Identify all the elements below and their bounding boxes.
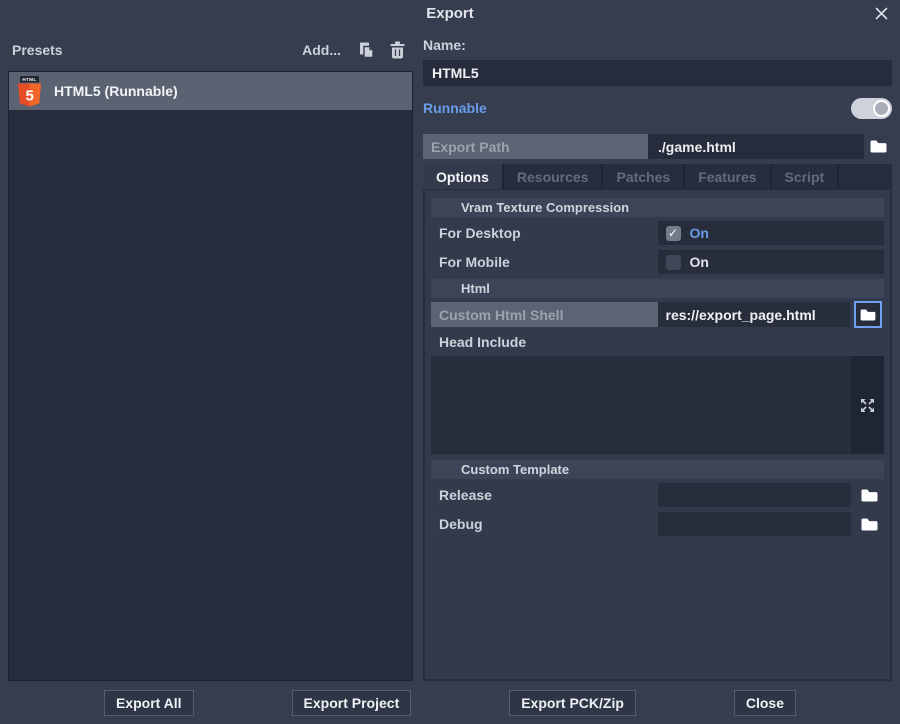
folder-icon — [860, 309, 876, 321]
debug-browse-button[interactable] — [854, 512, 884, 536]
toggle-knob — [873, 100, 890, 117]
svg-text:HTML: HTML — [22, 77, 36, 82]
preset-item-html5[interactable]: HTML 5 HTML5 (Runnable) — [9, 72, 412, 110]
property-row-custom-html-shell: Custom Html Shell — [431, 302, 884, 327]
for-mobile-value: On — [658, 250, 885, 274]
for-desktop-on-label: On — [690, 225, 709, 241]
folder-icon — [861, 518, 878, 531]
property-row-debug: Debug — [431, 512, 884, 536]
export-path-row: Export Path — [423, 134, 892, 159]
release-browse-button[interactable] — [854, 483, 884, 507]
custom-html-shell-label: Custom Html Shell — [431, 302, 658, 327]
runnable-toggle[interactable] — [851, 98, 892, 119]
close-button[interactable]: Close — [734, 690, 796, 716]
tab-resources[interactable]: Resources — [504, 164, 604, 189]
close-icon[interactable] — [871, 3, 891, 23]
release-label: Release — [431, 483, 658, 507]
preset-item-label: HTML5 (Runnable) — [54, 83, 178, 99]
export-project-button[interactable]: Export Project — [292, 690, 412, 716]
titlebar: Export — [0, 0, 900, 26]
dialog-content: Presets Add... — [0, 26, 900, 681]
tab-bar: Options Resources Patches Features Scrip… — [423, 164, 892, 189]
folder-icon — [870, 140, 887, 153]
export-pck-zip-button[interactable]: Export PCK/Zip — [509, 690, 636, 716]
runnable-row: Runnable — [423, 95, 892, 121]
delete-preset-button[interactable] — [387, 40, 407, 60]
presets-header: Presets Add... — [8, 26, 413, 63]
presets-panel: Presets Add... — [8, 26, 413, 681]
presets-label: Presets — [12, 42, 302, 58]
section-html[interactable]: Html — [431, 279, 884, 298]
name-label: Name: — [423, 37, 892, 53]
expand-icon — [860, 398, 875, 413]
property-row-release: Release — [431, 483, 884, 507]
debug-input[interactable] — [658, 512, 852, 536]
html5-logo-icon: HTML 5 — [16, 76, 43, 107]
name-input[interactable] — [423, 60, 892, 86]
folder-icon — [861, 489, 878, 502]
options-panel: Vram Texture Compression For Desktop ✓ O… — [423, 189, 892, 681]
tab-options[interactable]: Options — [423, 164, 504, 189]
preset-settings-panel: Name: Runnable Export Path Option — [423, 26, 892, 681]
export-all-button[interactable]: Export All — [104, 690, 194, 716]
copy-icon — [358, 41, 376, 59]
custom-html-shell-input[interactable] — [658, 302, 851, 327]
debug-label: Debug — [431, 512, 658, 536]
export-path-browse-button[interactable] — [864, 134, 892, 159]
export-path-label: Export Path — [423, 134, 648, 159]
duplicate-preset-button[interactable] — [357, 40, 377, 60]
for-desktop-label: For Desktop — [431, 221, 658, 245]
head-include-label: Head Include — [431, 333, 884, 351]
tab-patches[interactable]: Patches — [603, 164, 685, 189]
for-mobile-on-label: On — [690, 254, 709, 270]
property-row-for-desktop: For Desktop ✓ On — [431, 221, 884, 245]
export-path-input[interactable] — [648, 134, 864, 159]
export-dialog: Export Presets Add... — [0, 0, 900, 724]
property-row-for-mobile: For Mobile On — [431, 250, 884, 274]
head-include-textarea[interactable] — [431, 356, 851, 454]
tab-features[interactable]: Features — [685, 164, 771, 189]
dialog-footer: Export All Export Project Export PCK/Zip… — [0, 681, 900, 724]
dialog-title: Export — [426, 5, 474, 22]
for-mobile-label: For Mobile — [431, 250, 658, 274]
section-vram-texture-compression[interactable]: Vram Texture Compression — [431, 198, 884, 217]
preset-list: HTML 5 HTML5 (Runnable) — [8, 71, 413, 681]
svg-text:5: 5 — [26, 87, 34, 104]
for-desktop-checkbox[interactable]: ✓ — [666, 226, 681, 241]
custom-html-shell-browse-button[interactable] — [854, 301, 882, 328]
for-mobile-checkbox[interactable] — [666, 255, 681, 270]
add-preset-button[interactable]: Add... — [302, 42, 341, 58]
runnable-label: Runnable — [423, 100, 487, 116]
tab-script[interactable]: Script — [772, 164, 840, 189]
expand-editor-button[interactable] — [851, 356, 884, 454]
trash-icon — [389, 41, 406, 59]
head-include-editor — [431, 356, 884, 454]
section-custom-template[interactable]: Custom Template — [431, 460, 884, 479]
release-input[interactable] — [658, 483, 852, 507]
for-desktop-value: ✓ On — [658, 221, 885, 245]
